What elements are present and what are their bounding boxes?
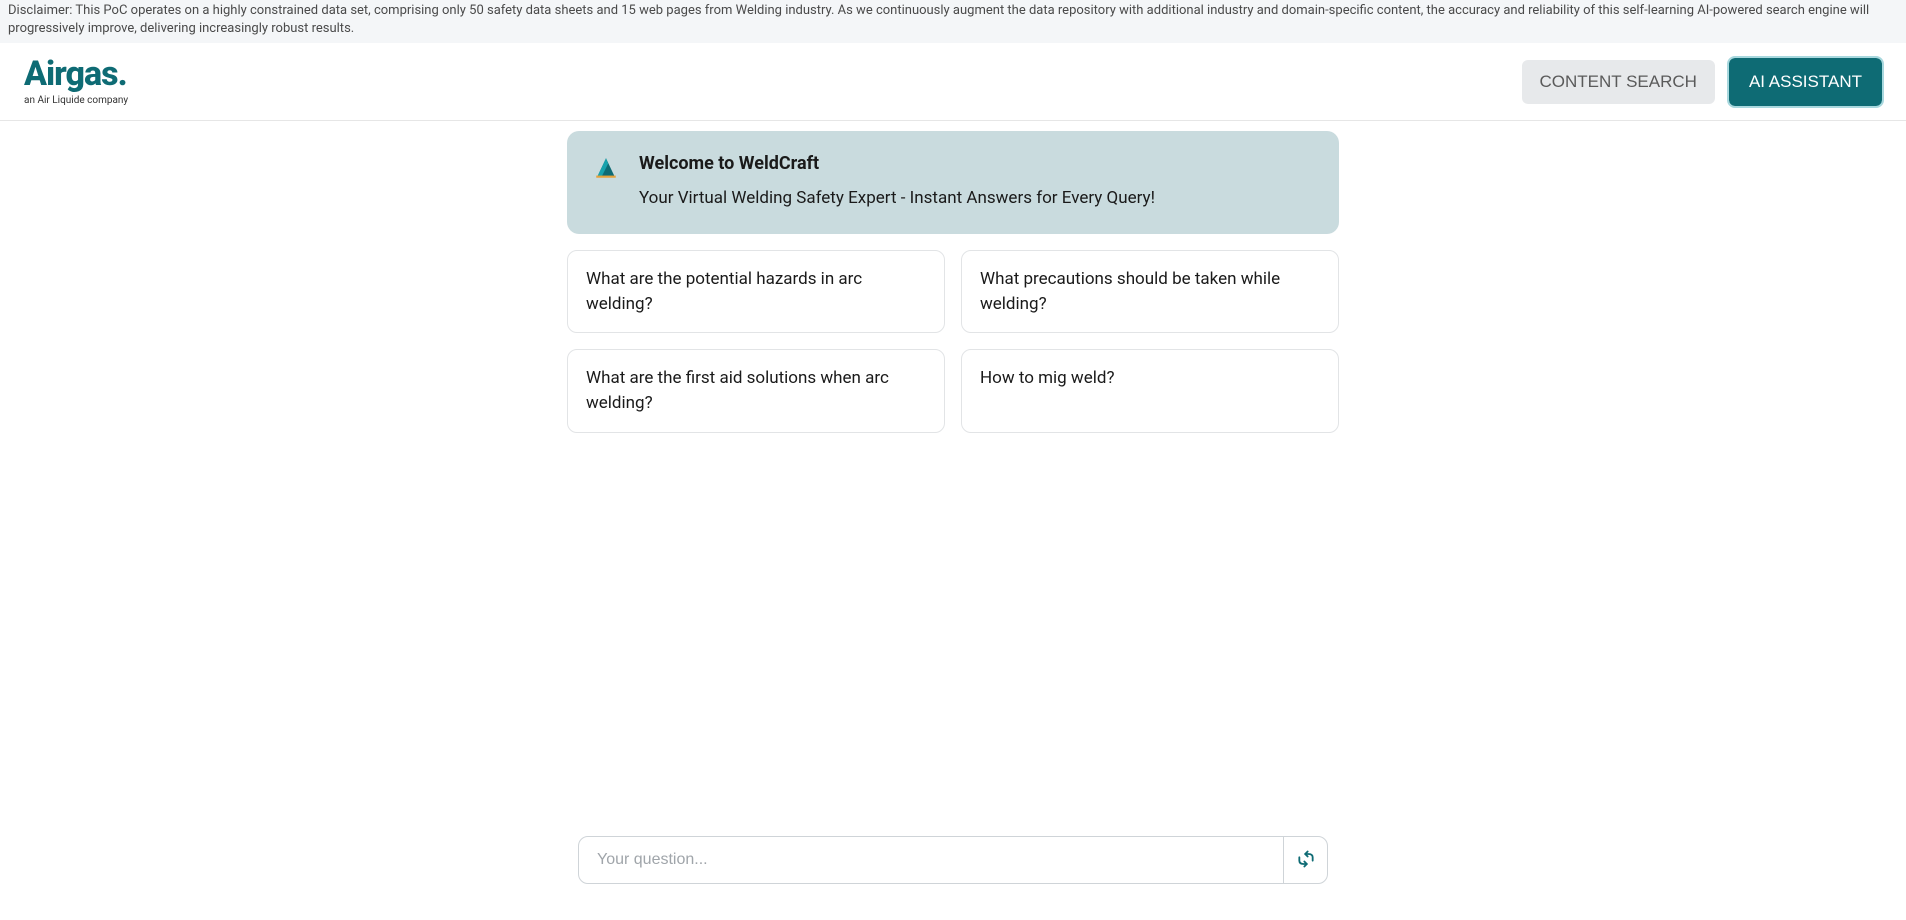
main-content: Welcome to WeldCraft Your Virtual Weldin… bbox=[567, 121, 1339, 433]
disclaimer-bar: Disclaimer: This PoC operates on a highl… bbox=[0, 0, 1906, 43]
welcome-title: Welcome to WeldCraft bbox=[639, 153, 1155, 174]
question-input[interactable] bbox=[579, 837, 1283, 883]
content-search-button[interactable]: CONTENT SEARCH bbox=[1522, 60, 1715, 104]
disclaimer-text: Disclaimer: This PoC operates on a highl… bbox=[8, 3, 1869, 36]
logo-tagline: an Air Liquide company bbox=[24, 95, 128, 106]
suggestion-card[interactable]: What are the first aid solutions when ar… bbox=[567, 349, 945, 432]
suggestion-card[interactable]: What precautions should be taken while w… bbox=[961, 250, 1339, 333]
ai-assistant-button[interactable]: AI ASSISTANT bbox=[1729, 58, 1882, 106]
welcome-text: Welcome to WeldCraft Your Virtual Weldin… bbox=[639, 153, 1155, 208]
app-header: Airgas. an Air Liquide company CONTENT S… bbox=[0, 43, 1906, 121]
suggestion-grid: What are the potential hazards in arc we… bbox=[567, 250, 1339, 433]
header-actions: CONTENT SEARCH AI ASSISTANT bbox=[1522, 58, 1883, 106]
welcome-icon bbox=[591, 153, 621, 183]
send-icon bbox=[1296, 849, 1316, 872]
suggestion-card[interactable]: How to mig weld? bbox=[961, 349, 1339, 432]
suggestion-card[interactable]: What are the potential hazards in arc we… bbox=[567, 250, 945, 333]
brand-logo: Airgas. an Air Liquide company bbox=[24, 57, 128, 106]
input-bar-container bbox=[0, 836, 1906, 884]
logo-text: Airgas. bbox=[24, 57, 128, 91]
send-button[interactable] bbox=[1283, 837, 1327, 883]
welcome-card: Welcome to WeldCraft Your Virtual Weldin… bbox=[567, 131, 1339, 234]
question-input-bar bbox=[578, 836, 1328, 884]
welcome-subtitle: Your Virtual Welding Safety Expert - Ins… bbox=[639, 188, 1155, 208]
